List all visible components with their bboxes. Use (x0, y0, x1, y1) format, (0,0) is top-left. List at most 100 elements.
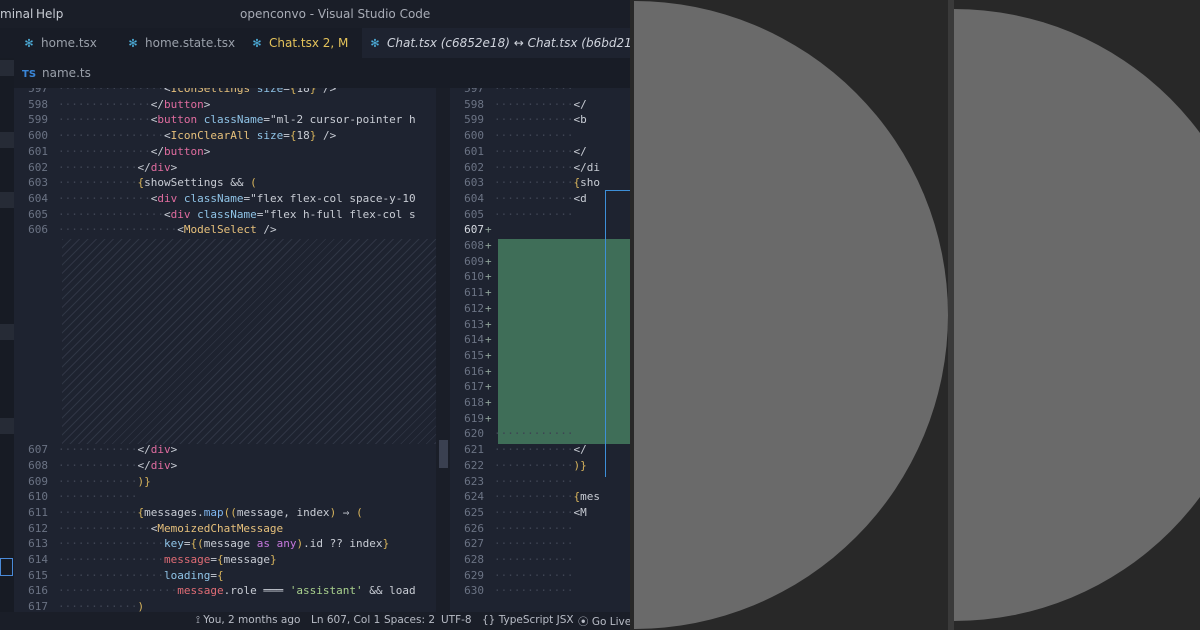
code-text: ············{mes (494, 489, 600, 505)
code-line[interactable]: 605············ (450, 207, 630, 223)
code-line[interactable]: 612··············<MemoizedChatMessage (14, 521, 436, 537)
code-line[interactable]: 616+ (450, 364, 630, 380)
code-text: ············</div> (58, 458, 177, 474)
activity-item[interactable] (0, 60, 14, 76)
code-line[interactable]: 613+ (450, 317, 630, 333)
git-blame[interactable]: ⟟ You, 2 months ago (196, 614, 300, 627)
code-line[interactable]: 609············)} (14, 474, 436, 490)
code-line[interactable]: 597················<IconSettings size={1… (14, 88, 436, 97)
diff-splitter[interactable] (436, 88, 450, 612)
focused-item[interactable] (0, 558, 13, 576)
code-line[interactable]: 604············<d (450, 191, 630, 207)
code-line[interactable]: 613················key={(message as any)… (14, 536, 436, 552)
code-line[interactable]: 622············)} (450, 458, 630, 474)
code-line[interactable]: 609+ (450, 254, 630, 270)
code-line[interactable]: 598··············</button> (14, 97, 436, 113)
code-line[interactable]: 606··················<ModelSelect /> (14, 222, 436, 238)
tab-name-ts[interactable]: TSname.ts (22, 58, 91, 88)
code-line[interactable]: 630············ (450, 583, 630, 599)
code-line[interactable]: 611 ············{messages.map((message, i… (14, 505, 436, 521)
code-line[interactable]: 601············</ (450, 144, 630, 160)
code-line[interactable]: 607+ (450, 222, 630, 238)
encoding[interactable]: UTF-8 (441, 614, 472, 626)
diff-original-pane[interactable]: 597················<IconSettings size={1… (14, 88, 436, 612)
line-number: 623 (450, 474, 484, 490)
code-line[interactable]: 614················message={message} (14, 552, 436, 568)
code-text: ············</di (494, 160, 600, 176)
code-line[interactable]: 617············) (14, 599, 436, 612)
code-text: ················message={message} (58, 552, 277, 568)
line-number: 600 (450, 128, 484, 144)
half-disc-right (954, 9, 1200, 621)
typescript-icon: TS (22, 69, 36, 80)
tab-chat-tsx[interactable]: ✻Chat.tsx 2, M (250, 28, 348, 58)
code-line[interactable]: 601··············</button> (14, 144, 436, 160)
tab-label: home.tsx (41, 36, 97, 50)
tab-home-state-tsx[interactable]: ✻home.state.tsx (126, 28, 235, 58)
code-line[interactable]: 610+ (450, 269, 630, 285)
diff-modified-pane[interactable]: 597············598············</599·····… (450, 88, 630, 612)
code-line[interactable]: 626············ (450, 521, 630, 537)
code-line[interactable]: 623············ (450, 474, 630, 490)
scrollbar-thumb[interactable] (439, 440, 448, 468)
code-line[interactable]: 602············</div> (14, 160, 436, 176)
code-line[interactable]: 625············<M (450, 505, 630, 521)
code-line[interactable]: 614+ (450, 332, 630, 348)
code-line[interactable]: 600················<IconClearAll size={1… (14, 128, 436, 144)
code-line[interactable]: 602············</di (450, 160, 630, 176)
line-number: 627 (450, 536, 484, 552)
added-line-marker: + (485, 269, 492, 285)
code-text: ··············</button> (58, 97, 210, 113)
code-line[interactable]: 619+ (450, 411, 630, 427)
code-line[interactable]: 603············{showSettings && ( (14, 175, 436, 191)
code-text: ············ (494, 88, 573, 97)
code-line[interactable]: 608+ (450, 238, 630, 254)
code-line[interactable]: 628············ (450, 552, 630, 568)
code-line[interactable]: 618+ (450, 395, 630, 411)
code-text: ············ (494, 426, 573, 442)
menu-help[interactable]: Help (36, 7, 63, 21)
code-line[interactable]: 621············</ (450, 442, 630, 458)
activity-item[interactable] (0, 192, 14, 208)
activity-item[interactable] (0, 132, 14, 148)
line-number: 611 (14, 505, 48, 521)
cursor-position[interactable]: Ln 607, Col 1 (311, 614, 380, 626)
line-number: 614 (450, 332, 484, 348)
code-line[interactable]: 598············</ (450, 97, 630, 113)
code-line[interactable]: 620············ (450, 426, 630, 442)
tab-chat-diff[interactable]: ✻Chat.tsx (c6852e18) ↔ Chat.tsx (b6bd212… (362, 28, 630, 58)
code-line[interactable]: 617+ (450, 379, 630, 395)
language-mode[interactable]: {} TypeScript JSX (482, 614, 574, 626)
code-line[interactable]: 597············ (450, 88, 630, 97)
code-line[interactable]: 605················<div className="flex … (14, 207, 436, 223)
code-line[interactable]: 612+ (450, 301, 630, 317)
indentation[interactable]: Spaces: 2 (384, 614, 435, 626)
menu-terminal[interactable]: minal (0, 7, 33, 21)
code-line[interactable]: 604··············<div className="flex fl… (14, 191, 436, 207)
code-line[interactable]: 600············ (450, 128, 630, 144)
activity-item[interactable] (0, 418, 14, 434)
code-line[interactable]: 615················loading={ (14, 568, 436, 584)
code-line[interactable]: 627············ (450, 536, 630, 552)
code-line[interactable]: 629············ (450, 568, 630, 584)
code-line[interactable]: 599············<b (450, 112, 630, 128)
code-text: ············{messages.map((message, inde… (58, 505, 363, 521)
code-line[interactable]: 603············{sho (450, 175, 630, 191)
code-line[interactable]: 611+ (450, 285, 630, 301)
code-line[interactable]: 615+ (450, 348, 630, 364)
code-text: ··················<ModelSelect /> (58, 222, 277, 238)
code-line[interactable]: 608············</div> (14, 458, 436, 474)
code-line[interactable]: 599··············<button className="ml-2… (14, 112, 436, 128)
code-text: ············ (58, 489, 137, 505)
go-live-button[interactable]: ⦿ Go Live (578, 614, 630, 629)
code-line[interactable]: 610············ (14, 489, 436, 505)
blame-text: You, 2 months ago (203, 614, 300, 626)
tab-home-tsx[interactable]: ✻home.tsx (22, 28, 97, 58)
code-line[interactable]: 624············{mes (450, 489, 630, 505)
line-number: 607 (14, 442, 48, 458)
code-line[interactable]: 607············</div> (14, 442, 436, 458)
code-line[interactable]: 616··················message.role ═══ 'a… (14, 583, 436, 599)
line-number: 615 (450, 348, 484, 364)
line-number: 628 (450, 552, 484, 568)
activity-item[interactable] (0, 324, 14, 340)
